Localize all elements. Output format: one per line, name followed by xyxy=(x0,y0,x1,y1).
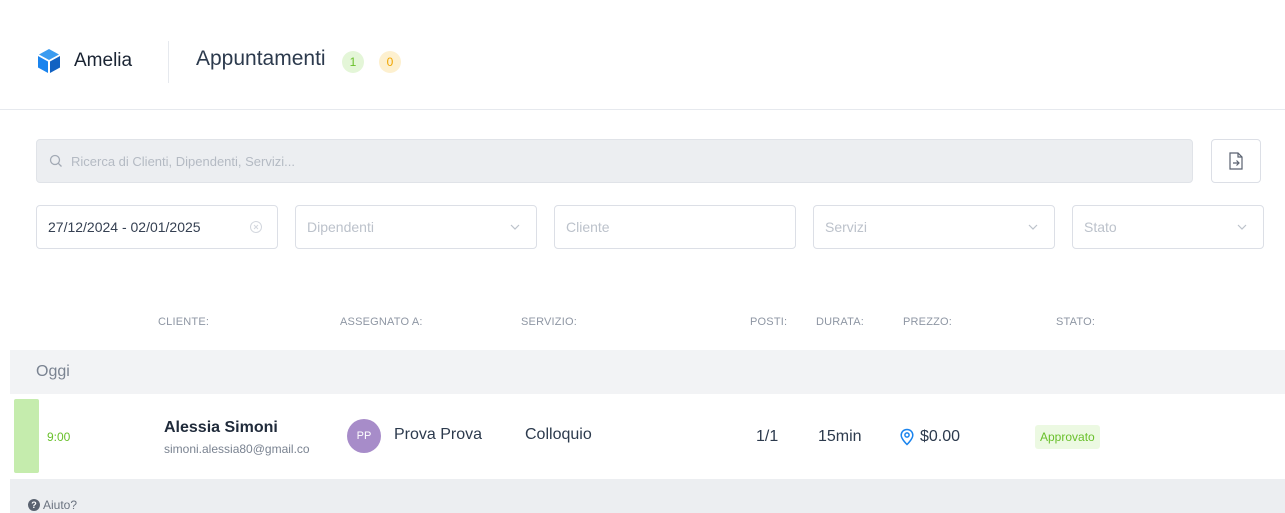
chevron-down-icon xyxy=(1028,224,1038,230)
services-placeholder: Servizi xyxy=(825,219,868,235)
date-group-row: Oggi xyxy=(10,350,1285,394)
status-placeholder: Stato xyxy=(1084,219,1117,235)
approved-count-badge: 1 xyxy=(342,51,364,73)
services-filter[interactable]: Servizi xyxy=(813,205,1055,249)
date-group-label: Oggi xyxy=(36,363,70,380)
search-icon xyxy=(49,154,62,167)
customer-filter[interactable]: Cliente xyxy=(554,205,796,249)
column-header-assigned: ASSEGNATO A: xyxy=(340,316,423,328)
column-header-customer: CLIENTE: xyxy=(158,316,210,328)
app-logo[interactable]: Amelia xyxy=(36,48,132,74)
pending-count-badge: 0 xyxy=(379,51,401,73)
app-name: Amelia xyxy=(74,50,133,71)
employees-placeholder: Dipendenti xyxy=(307,219,374,235)
customer-email: simoni.alessia80@gmail.co xyxy=(164,442,310,456)
column-header-service: SERVIZIO: xyxy=(521,316,577,328)
status-indicator-bar xyxy=(14,399,39,473)
chevron-down-icon xyxy=(510,224,520,230)
help-link[interactable]: ? Aiuto? xyxy=(28,498,77,512)
service-name: Colloquio xyxy=(525,426,592,443)
employee-name: Prova Prova xyxy=(394,426,483,443)
page-title: Appuntamenti xyxy=(196,47,326,70)
footer-bar: ? Aiuto? xyxy=(10,479,1285,513)
date-range-value: 27/12/2024 - 02/01/2025 xyxy=(48,219,201,235)
export-button[interactable] xyxy=(1211,139,1261,183)
price-value: $0.00 xyxy=(920,428,961,445)
header-divider xyxy=(168,41,169,83)
duration-value: 15min xyxy=(818,428,862,445)
column-header-seats: POSTI: xyxy=(750,316,788,328)
export-icon xyxy=(1229,152,1243,170)
page-header: Amelia Appuntamenti 1 0 xyxy=(0,0,1285,110)
location-pin-icon xyxy=(900,428,914,446)
status-badge: Approvato xyxy=(1035,425,1100,449)
appointments-page: Amelia Appuntamenti 1 0 27/12/2024 - 02/… xyxy=(0,0,1285,513)
search-input[interactable] xyxy=(71,153,1071,169)
appointment-time: 9:00 xyxy=(47,430,71,444)
clear-icon[interactable] xyxy=(249,220,263,234)
date-range-filter[interactable]: 27/12/2024 - 02/01/2025 xyxy=(36,205,278,249)
employees-filter[interactable]: Dipendenti xyxy=(295,205,537,249)
help-icon: ? xyxy=(28,499,40,511)
customer-name: Alessia Simoni xyxy=(164,419,278,436)
status-filter[interactable]: Stato xyxy=(1072,205,1264,249)
search-bar[interactable] xyxy=(36,139,1193,183)
chevron-down-icon xyxy=(1237,224,1247,230)
table-row[interactable]: 9:00 Alessia Simoni simoni.alessia80@gma… xyxy=(10,394,1285,478)
seats-value: 1/1 xyxy=(756,428,779,445)
help-label: Aiuto? xyxy=(43,498,78,512)
column-header-status: STATO: xyxy=(1056,316,1096,328)
customer-placeholder: Cliente xyxy=(566,219,610,235)
column-header-price: PREZZO: xyxy=(903,316,953,328)
column-header-duration: DURATA: xyxy=(816,316,865,328)
avatar: PP xyxy=(347,419,381,453)
amelia-logo-icon xyxy=(38,49,60,73)
